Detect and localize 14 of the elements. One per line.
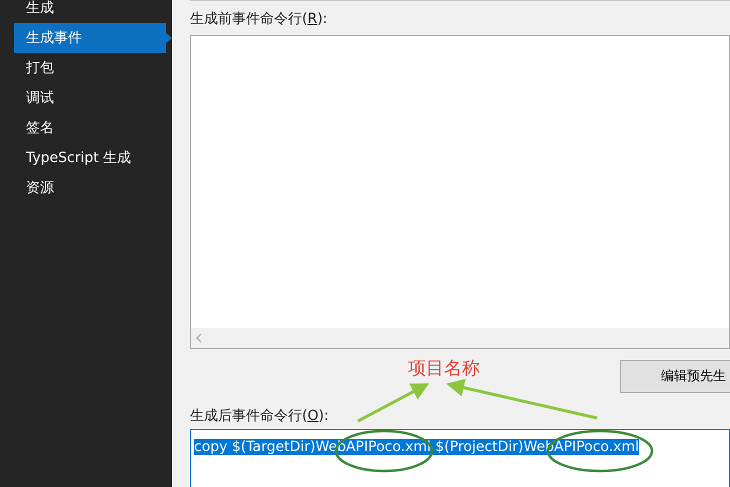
sidebar-item[interactable]: 调试	[14, 83, 172, 113]
sidebar-item[interactable]: 打包	[14, 53, 172, 83]
sidebar-item[interactable]: 资源	[14, 173, 172, 203]
sidebar-item[interactable]: 生成事件	[14, 23, 172, 53]
annotation-text: 项目名称	[408, 357, 480, 381]
chevron-left-icon[interactable]	[195, 333, 203, 343]
scrollbar[interactable]	[191, 328, 729, 348]
sidebar-item[interactable]: 生成	[14, 0, 172, 23]
field-label: 生成后事件命令行(O):	[190, 407, 330, 426]
field-label: 生成前事件命令行(R):	[190, 10, 328, 29]
input-field[interactable]	[190, 35, 730, 349]
edit-button[interactable]: 编辑预先生	[620, 360, 730, 393]
sidebar-item[interactable]: TypeScript 生成	[14, 143, 172, 173]
sidebar-item[interactable]: 签名	[14, 113, 172, 143]
